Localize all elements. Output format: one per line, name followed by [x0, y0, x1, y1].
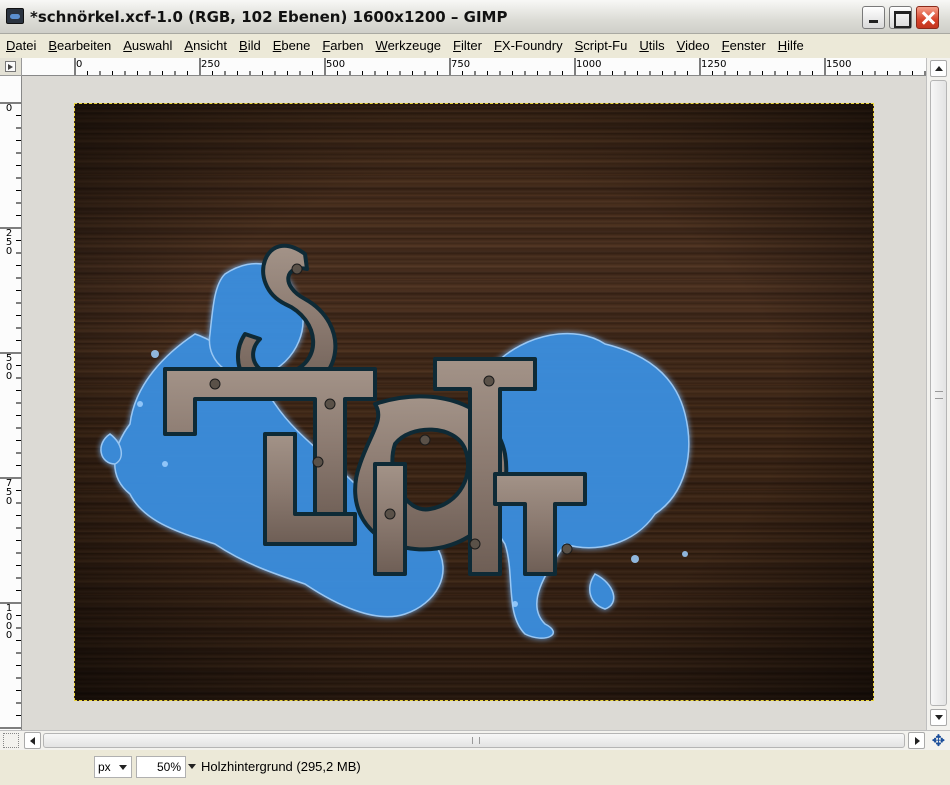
horizontal-ruler[interactable]: 0 250 500 750 1000 1250 1500	[22, 58, 926, 76]
vertical-ruler[interactable]: 0 250 500 750 1000	[0, 76, 22, 730]
chevron-down-icon	[119, 765, 127, 770]
scroll-down-button[interactable]	[930, 709, 947, 726]
navigate-icon[interactable]: ✥	[930, 732, 947, 749]
scroll-right-button[interactable]	[908, 732, 925, 749]
artwork-image	[75, 104, 873, 700]
maximize-button[interactable]	[889, 6, 912, 29]
ruler-label: 500	[5, 353, 13, 382]
ruler-label: 250	[201, 59, 221, 70]
menu-werkzeuge[interactable]: Werkzeuge	[370, 34, 448, 58]
canvas-area[interactable]	[22, 76, 926, 730]
title-bar[interactable]: *schnörkel.xcf-1.0 (RGB, 102 Ebenen) 160…	[0, 0, 950, 34]
menu-script-fu[interactable]: Script-Fu	[569, 34, 634, 58]
ruler-label: 1250	[701, 59, 727, 70]
menu-farben[interactable]: Farben	[316, 34, 369, 58]
menu-filter[interactable]: Filter	[447, 34, 488, 58]
horizontal-scrollbar[interactable]: ✥	[0, 730, 950, 750]
unit-select[interactable]: px	[94, 756, 132, 778]
scroll-left-button[interactable]	[24, 732, 41, 749]
zoom-input[interactable]: 50%	[136, 756, 186, 778]
menu-utils[interactable]: Utils	[633, 34, 670, 58]
menu-fenster[interactable]: Fenster	[716, 34, 772, 58]
quick-mask-toggle[interactable]	[3, 733, 19, 748]
ruler-label: 250	[5, 228, 13, 257]
status-bar: px 50% Holzhintergrund (295,2 MB)	[0, 750, 950, 785]
image-canvas[interactable]	[74, 103, 874, 701]
ruler-label: 0	[76, 59, 83, 70]
menu-ebene[interactable]: Ebene	[267, 34, 317, 58]
menu-ansicht[interactable]: Ansicht	[178, 34, 233, 58]
scroll-up-button[interactable]	[930, 60, 947, 77]
unit-value: px	[98, 760, 111, 774]
ruler-label: 1500	[826, 59, 852, 70]
minimize-button[interactable]	[862, 6, 885, 29]
menu-bar: Datei Bearbeiten Auswahl Ansicht Bild Eb…	[0, 34, 950, 58]
menu-datei[interactable]: Datei	[0, 34, 42, 58]
ruler-label: 1000	[5, 603, 13, 641]
menu-arrow-icon[interactable]	[5, 61, 16, 72]
vertical-scroll-thumb[interactable]	[930, 80, 947, 706]
ruler-label: 750	[5, 478, 13, 507]
ruler-label: 0	[5, 103, 13, 114]
menu-auswahl[interactable]: Auswahl	[117, 34, 178, 58]
ruler-corner[interactable]	[0, 58, 22, 76]
ruler-label: 750	[451, 59, 471, 70]
ruler-label: 500	[326, 59, 346, 70]
vertical-scrollbar[interactable]	[926, 58, 950, 730]
gimp-app-icon[interactable]	[6, 8, 24, 24]
ruler-label: 1000	[576, 59, 602, 70]
menu-hilfe[interactable]: Hilfe	[772, 34, 810, 58]
menu-video[interactable]: Video	[671, 34, 716, 58]
menu-bild[interactable]: Bild	[233, 34, 267, 58]
status-layer-info: Holzhintergrund (295,2 MB)	[201, 759, 361, 774]
menu-fx-foundry[interactable]: FX-Foundry	[488, 34, 569, 58]
window-title: *schnörkel.xcf-1.0 (RGB, 102 Ebenen) 160…	[30, 8, 508, 26]
close-button[interactable]	[916, 6, 939, 29]
zoom-dropdown-button[interactable]	[186, 756, 199, 778]
horizontal-scroll-thumb[interactable]	[43, 733, 905, 748]
horizontal-ruler-ticks	[74, 58, 926, 75]
menu-bearbeiten[interactable]: Bearbeiten	[42, 34, 117, 58]
